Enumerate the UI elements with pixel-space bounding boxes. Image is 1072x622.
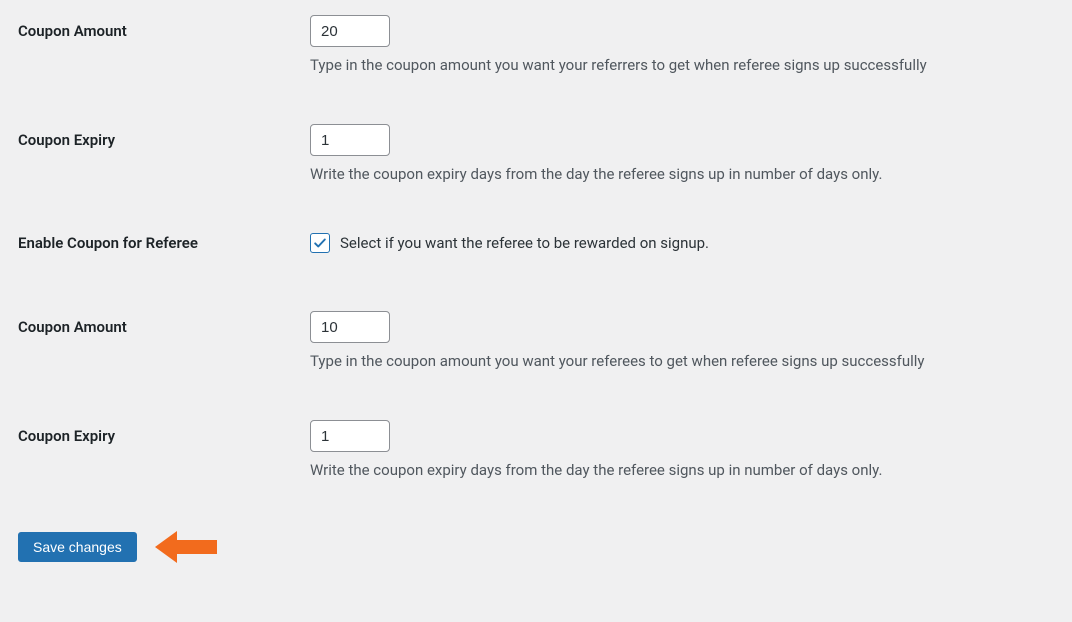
field-row-referee-coupon-expiry: Coupon Expiry Write the coupon expiry da… <box>18 420 1054 481</box>
field-row-referrer-coupon-amount: Coupon Amount Type in the coupon amount … <box>18 15 1054 76</box>
label-referee-coupon-amount: Coupon Amount <box>18 311 310 336</box>
control-referee-coupon-amount: Type in the coupon amount you want your … <box>310 311 1054 372</box>
description-referrer-coupon-expiry: Write the coupon expiry days from the da… <box>310 164 1054 185</box>
checkbox-wrap-enable-referee: Select if you want the referee to be rew… <box>310 233 1054 253</box>
label-referrer-coupon-expiry: Coupon Expiry <box>18 124 310 149</box>
input-referrer-coupon-amount[interactable] <box>310 15 390 47</box>
label-enable-referee-coupon: Enable Coupon for Referee <box>18 234 310 252</box>
description-referrer-coupon-amount: Type in the coupon amount you want your … <box>310 55 1054 76</box>
checkbox-enable-referee-coupon[interactable] <box>310 233 330 253</box>
control-referee-coupon-expiry: Write the coupon expiry days from the da… <box>310 420 1054 481</box>
input-referrer-coupon-expiry[interactable] <box>310 124 390 156</box>
input-referee-coupon-amount[interactable] <box>310 311 390 343</box>
field-row-referee-coupon-amount: Coupon Amount Type in the coupon amount … <box>18 311 1054 372</box>
label-referee-coupon-expiry: Coupon Expiry <box>18 420 310 445</box>
arrow-left-icon <box>155 529 217 565</box>
input-referee-coupon-expiry[interactable] <box>310 420 390 452</box>
control-referrer-coupon-expiry: Write the coupon expiry days from the da… <box>310 124 1054 185</box>
label-referrer-coupon-amount: Coupon Amount <box>18 15 310 40</box>
control-enable-referee-coupon: Select if you want the referee to be rew… <box>310 233 1054 253</box>
description-referee-coupon-amount: Type in the coupon amount you want your … <box>310 351 1054 372</box>
field-row-enable-referee-coupon: Enable Coupon for Referee Select if you … <box>18 233 1054 253</box>
checkbox-text-enable-referee: Select if you want the referee to be rew… <box>340 234 709 252</box>
save-changes-button[interactable]: Save changes <box>18 532 137 562</box>
checkmark-icon <box>313 236 327 250</box>
field-row-referrer-coupon-expiry: Coupon Expiry Write the coupon expiry da… <box>18 124 1054 185</box>
save-row: Save changes <box>18 529 1054 565</box>
description-referee-coupon-expiry: Write the coupon expiry days from the da… <box>310 460 1054 481</box>
control-referrer-coupon-amount: Type in the coupon amount you want your … <box>310 15 1054 76</box>
